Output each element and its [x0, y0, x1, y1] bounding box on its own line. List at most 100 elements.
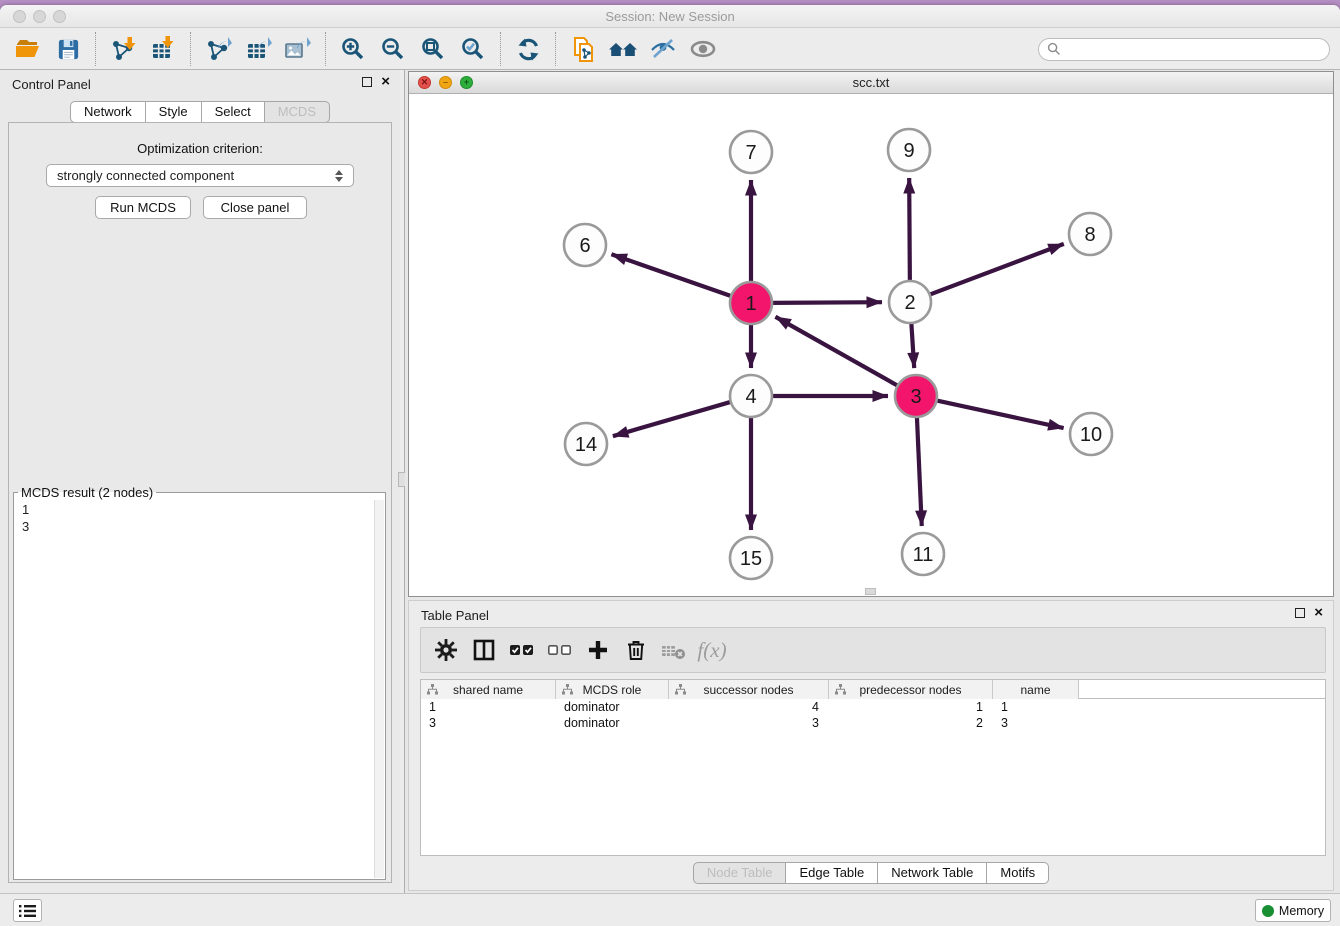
column-header-name[interactable]: name	[993, 680, 1079, 699]
node-3[interactable]: 3	[895, 375, 937, 417]
zoom-in-icon[interactable]	[333, 31, 373, 67]
zoom-out-icon[interactable]	[373, 31, 413, 67]
search-input[interactable]	[1061, 41, 1321, 57]
edge-2-9[interactable]	[909, 178, 910, 283]
delete-table-icon[interactable]	[655, 631, 693, 669]
table-cell[interactable]: 4	[669, 699, 829, 715]
refresh-layout-icon[interactable]	[508, 31, 548, 67]
run-mcds-button[interactable]: Run MCDS	[95, 196, 191, 219]
home-view-icon[interactable]	[603, 31, 643, 67]
import-table-icon[interactable]	[143, 31, 183, 67]
edge-4-14[interactable]	[613, 401, 733, 436]
node-1[interactable]: 1	[730, 282, 772, 324]
close-table-panel-icon[interactable]: ×	[1314, 608, 1323, 618]
split-columns-icon[interactable]	[465, 631, 503, 669]
table-cell[interactable]: 1	[993, 699, 1079, 715]
zoom-fit-icon[interactable]	[413, 31, 453, 67]
node-6[interactable]: 6	[564, 224, 606, 266]
table-panel-buttons: ×	[1295, 608, 1323, 618]
node-11[interactable]: 11	[902, 533, 944, 575]
table-cell[interactable]: 1	[829, 699, 993, 715]
criterion-dropdown[interactable]: strongly connected component	[46, 164, 354, 187]
table-settings-icon[interactable]	[427, 631, 465, 669]
hide-details-icon[interactable]	[643, 31, 683, 67]
export-network-icon[interactable]	[198, 31, 238, 67]
node-2[interactable]: 2	[889, 281, 931, 323]
export-image-icon[interactable]	[278, 31, 318, 67]
svg-text:9: 9	[903, 140, 914, 162]
table-tab-motifs[interactable]: Motifs	[986, 862, 1049, 884]
table-cell[interactable]: 1	[421, 699, 556, 715]
function-builder-icon[interactable]: f(x)	[693, 631, 731, 669]
table-cell[interactable]: dominator	[556, 715, 669, 731]
column-header-mcds-role[interactable]: MCDS role	[556, 680, 669, 699]
import-network-icon[interactable]	[103, 31, 143, 67]
float-panel-icon[interactable]	[362, 77, 372, 87]
mcds-panel-body: Optimization criterion: strongly connect…	[8, 122, 392, 883]
edge-1-6[interactable]	[611, 254, 733, 296]
node-table-header: shared name MCDS role successor nodes prede…	[421, 680, 1325, 699]
node-10[interactable]: 10	[1070, 413, 1112, 455]
tab-style[interactable]: Style	[145, 101, 202, 123]
deselect-all-checkboxes-icon[interactable]	[541, 631, 579, 669]
table-row[interactable]: 1dominator411	[421, 699, 1325, 715]
show-details-icon[interactable]	[683, 31, 723, 67]
save-session-icon[interactable]	[48, 31, 88, 67]
edge-3-1[interactable]	[775, 317, 899, 387]
node-15[interactable]: 15	[730, 537, 772, 579]
node-7[interactable]: 7	[730, 131, 772, 173]
network-view-window: ✕ – + scc.txt 1234678910111415	[408, 71, 1334, 597]
network-resize-handle[interactable]	[865, 588, 876, 595]
table-cell[interactable]: 3	[669, 715, 829, 731]
export-table-icon[interactable]	[238, 31, 278, 67]
column-header-successor-nodes[interactable]: successor nodes	[669, 680, 829, 699]
memory-label: Memory	[1279, 904, 1324, 918]
edge-3-10[interactable]	[935, 400, 1064, 428]
network-canvas[interactable]: 1 2 3 4 6 7 8 9 10 11 14 15	[409, 94, 1333, 596]
tab-mcds[interactable]: MCDS	[264, 101, 330, 123]
svg-text:14: 14	[575, 434, 597, 456]
table-cell[interactable]: 2	[829, 715, 993, 731]
node-8[interactable]: 8	[1069, 213, 1111, 255]
node-9[interactable]: 9	[888, 129, 930, 171]
memory-button[interactable]: Memory	[1255, 899, 1331, 922]
column-header-predecessor-nodes[interactable]: predecessor nodes	[829, 680, 993, 699]
table-cell[interactable]: 3	[993, 715, 1079, 731]
edge-3-11[interactable]	[917, 415, 922, 526]
column-header-label: successor nodes	[703, 683, 793, 697]
delete-column-icon[interactable]	[617, 631, 655, 669]
tab-select[interactable]: Select	[201, 101, 265, 123]
table-panel-title: Table Panel	[421, 608, 489, 623]
zoom-selected-icon[interactable]	[453, 31, 493, 67]
node-14[interactable]: 14	[565, 423, 607, 465]
network-graph[interactable]: 1 2 3 4 6 7 8 9 10 11 14 15	[409, 94, 1333, 596]
table-tab-node-table[interactable]: Node Table	[693, 862, 787, 884]
edge-1-2[interactable]	[770, 302, 882, 303]
clone-network-icon[interactable]	[563, 31, 603, 67]
edge-2-3[interactable]	[911, 321, 914, 368]
toolbar-separator	[500, 32, 501, 66]
open-file-icon[interactable]	[8, 31, 48, 67]
tab-network[interactable]: Network	[70, 101, 146, 123]
edge-2-8[interactable]	[928, 244, 1064, 295]
add-column-icon[interactable]	[579, 631, 617, 669]
table-row[interactable]: 3dominator323	[421, 715, 1325, 731]
search-box[interactable]	[1038, 38, 1330, 61]
table-panel-tabs: Node TableEdge TableNetwork TableMotifs	[409, 862, 1333, 884]
table-tab-edge-table[interactable]: Edge Table	[785, 862, 878, 884]
column-header-label: MCDS role	[583, 683, 642, 697]
table-cell[interactable]: 3	[421, 715, 556, 731]
result-scrollbar[interactable]	[374, 500, 384, 878]
table-tab-network-table[interactable]: Network Table	[877, 862, 987, 884]
table-toolbar: f(x)	[420, 627, 1326, 673]
float-table-panel-icon[interactable]	[1295, 608, 1305, 618]
column-header-shared-name[interactable]: shared name	[421, 680, 556, 699]
node-4[interactable]: 4	[730, 375, 772, 417]
table-cell[interactable]: dominator	[556, 699, 669, 715]
close-panel-icon[interactable]: ×	[381, 77, 390, 87]
svg-text:15: 15	[740, 548, 762, 570]
select-all-checkboxes-icon[interactable]	[503, 631, 541, 669]
mcds-result-list[interactable]: 13	[15, 500, 373, 878]
close-panel-button[interactable]: Close panel	[203, 196, 307, 219]
task-history-button[interactable]	[13, 899, 42, 922]
